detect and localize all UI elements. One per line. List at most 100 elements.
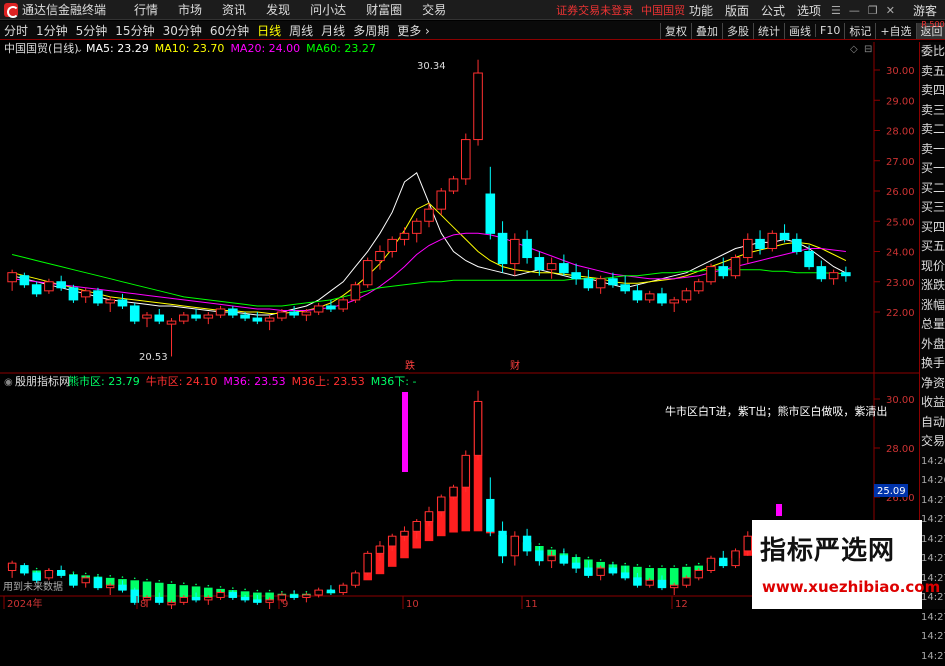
ind-candle-body	[352, 573, 359, 585]
m36-dot	[208, 585, 210, 587]
period-1min[interactable]: 1分钟	[36, 22, 68, 39]
side-panel-item[interactable]: 卖二	[920, 120, 945, 140]
side-panel-item[interactable]: 买五	[920, 237, 945, 257]
period-5min[interactable]: 5分钟	[76, 22, 108, 39]
tool-adjust[interactable]: 复权	[660, 23, 691, 39]
chevron-down-icon[interactable]: ⌄	[75, 44, 83, 55]
legend-item: M36: 23.53	[223, 375, 285, 388]
side-panel-item[interactable]: 交易	[920, 432, 945, 452]
period-30min[interactable]: 30分钟	[163, 22, 202, 39]
menu-wealth[interactable]: 财富圈	[366, 1, 402, 18]
menu-trade[interactable]: 交易	[422, 1, 446, 18]
side-panel-item[interactable]: 自动	[920, 413, 945, 433]
side-panel-item[interactable]: 14:27	[920, 608, 945, 628]
m36-dot	[391, 564, 393, 566]
side-panel-item[interactable]: 14:27	[920, 647, 945, 666]
indicator-settings-icon[interactable]: ◉	[4, 377, 13, 388]
ind-candle-body	[70, 575, 77, 585]
minimize-icon[interactable]: —	[849, 4, 860, 17]
ind-candle-body	[450, 487, 457, 497]
menu-market[interactable]: 市场	[178, 1, 202, 18]
period-month[interactable]: 月线	[321, 22, 345, 39]
menu-icon[interactable]: ☰	[831, 4, 841, 17]
side-panel-item[interactable]: 14:27	[920, 491, 945, 511]
tool-mark[interactable]: 标记	[844, 23, 875, 39]
menu-layout[interactable]: 版面	[725, 2, 749, 19]
side-panel-item[interactable]: 换手	[920, 354, 945, 374]
period-tick[interactable]: 分时	[4, 22, 28, 39]
side-panel-item[interactable]: 卖四	[920, 81, 945, 101]
side-panel-item[interactable]: 卖三	[920, 101, 945, 121]
side-panel-item[interactable]: 总量	[920, 315, 945, 335]
close-icon[interactable]: ✕	[886, 4, 895, 17]
candle-body	[106, 300, 115, 303]
period-60min[interactable]: 60分钟	[210, 22, 249, 39]
menu-discover[interactable]: 发现	[266, 1, 290, 18]
period-week[interactable]: 周线	[289, 22, 313, 39]
settings-icon[interactable]: ◇	[850, 44, 858, 55]
side-panel-item[interactable]: 买四	[920, 218, 945, 238]
period-multi[interactable]: 多周期	[353, 22, 389, 39]
ind-candle-body	[511, 536, 518, 556]
m36-dot	[416, 546, 418, 548]
period-more[interactable]: 更多 ›	[397, 22, 430, 39]
side-panel-item[interactable]: 现价	[920, 257, 945, 277]
side-panel-item[interactable]: 收益	[920, 393, 945, 413]
side-panel-item[interactable]: 14:27	[920, 530, 945, 550]
side-panel-item[interactable]: 买三	[920, 198, 945, 218]
m36-dot	[698, 563, 700, 565]
m36-dot	[428, 538, 430, 540]
menu-function[interactable]: 功能	[689, 2, 713, 19]
ind-candle-body	[180, 597, 187, 602]
bear-zone-bar	[670, 568, 679, 585]
side-panel-item[interactable]: 涨跌	[920, 276, 945, 296]
tool-multi[interactable]: 多股	[722, 23, 753, 39]
ind-candle-body	[658, 580, 665, 587]
tool-add-watch[interactable]: +自选	[875, 23, 915, 39]
tool-draw[interactable]: 画线	[784, 23, 815, 39]
side-panel-item[interactable]: 14:27	[920, 510, 945, 530]
period-day[interactable]: 日线	[257, 22, 281, 39]
candle-body	[412, 221, 421, 233]
tool-overlay[interactable]: 叠加	[691, 23, 722, 39]
side-panel-item[interactable]: 外盘	[920, 335, 945, 355]
candle-body	[278, 312, 287, 318]
side-panel-item[interactable]: 14:26	[920, 452, 945, 472]
side-panel-item[interactable]: 净资	[920, 374, 945, 394]
side-panel-item[interactable]: 委比	[920, 42, 945, 62]
menu-quotes[interactable]: 行情	[134, 1, 158, 18]
ind-candle-body	[646, 580, 653, 585]
side-panel-item[interactable]: 卖五	[920, 62, 945, 82]
candle-body	[817, 267, 826, 279]
side-panel-item[interactable]: 买一	[920, 159, 945, 179]
maximize-icon[interactable]: ❐	[868, 4, 878, 17]
candle-body	[645, 294, 654, 300]
side-panel-item[interactable]: 14:27	[920, 549, 945, 569]
watermark-title: 指标严选网	[760, 530, 895, 567]
period-15min[interactable]: 15分钟	[115, 22, 154, 39]
m36-dot	[306, 591, 308, 593]
ind-candle-body	[487, 499, 494, 531]
tool-f10[interactable]: F10	[815, 24, 844, 37]
collapse-icon[interactable]: ⊟	[864, 44, 872, 55]
side-panel-item[interactable]: 涨幅	[920, 296, 945, 316]
ind-candle-body	[499, 531, 506, 556]
menu-news[interactable]: 资讯	[222, 1, 246, 18]
side-panel-item[interactable]: 14:27	[920, 627, 945, 647]
guest-label[interactable]: 游客	[913, 2, 937, 19]
ind-candle-body	[597, 568, 604, 575]
login-status[interactable]: 证券交易未登录	[556, 2, 633, 18]
side-panel-item[interactable]: 买二	[920, 179, 945, 199]
side-panel-item[interactable]: 14:26	[920, 471, 945, 491]
candle-body	[694, 282, 703, 291]
event-marker-finance[interactable]: 财	[510, 359, 520, 372]
ind-candle-body	[315, 590, 322, 595]
menu-formula[interactable]: 公式	[761, 2, 785, 19]
menu-ask[interactable]: 问小达	[310, 1, 346, 18]
event-marker-fall[interactable]: 跌	[405, 359, 415, 372]
tool-stats[interactable]: 统计	[753, 23, 784, 39]
side-panel-item[interactable]: 卖一	[920, 140, 945, 160]
ind-y-tick-label: 28.00	[886, 444, 915, 455]
menu-options[interactable]: 选项	[797, 2, 821, 19]
candle-body	[719, 267, 728, 276]
